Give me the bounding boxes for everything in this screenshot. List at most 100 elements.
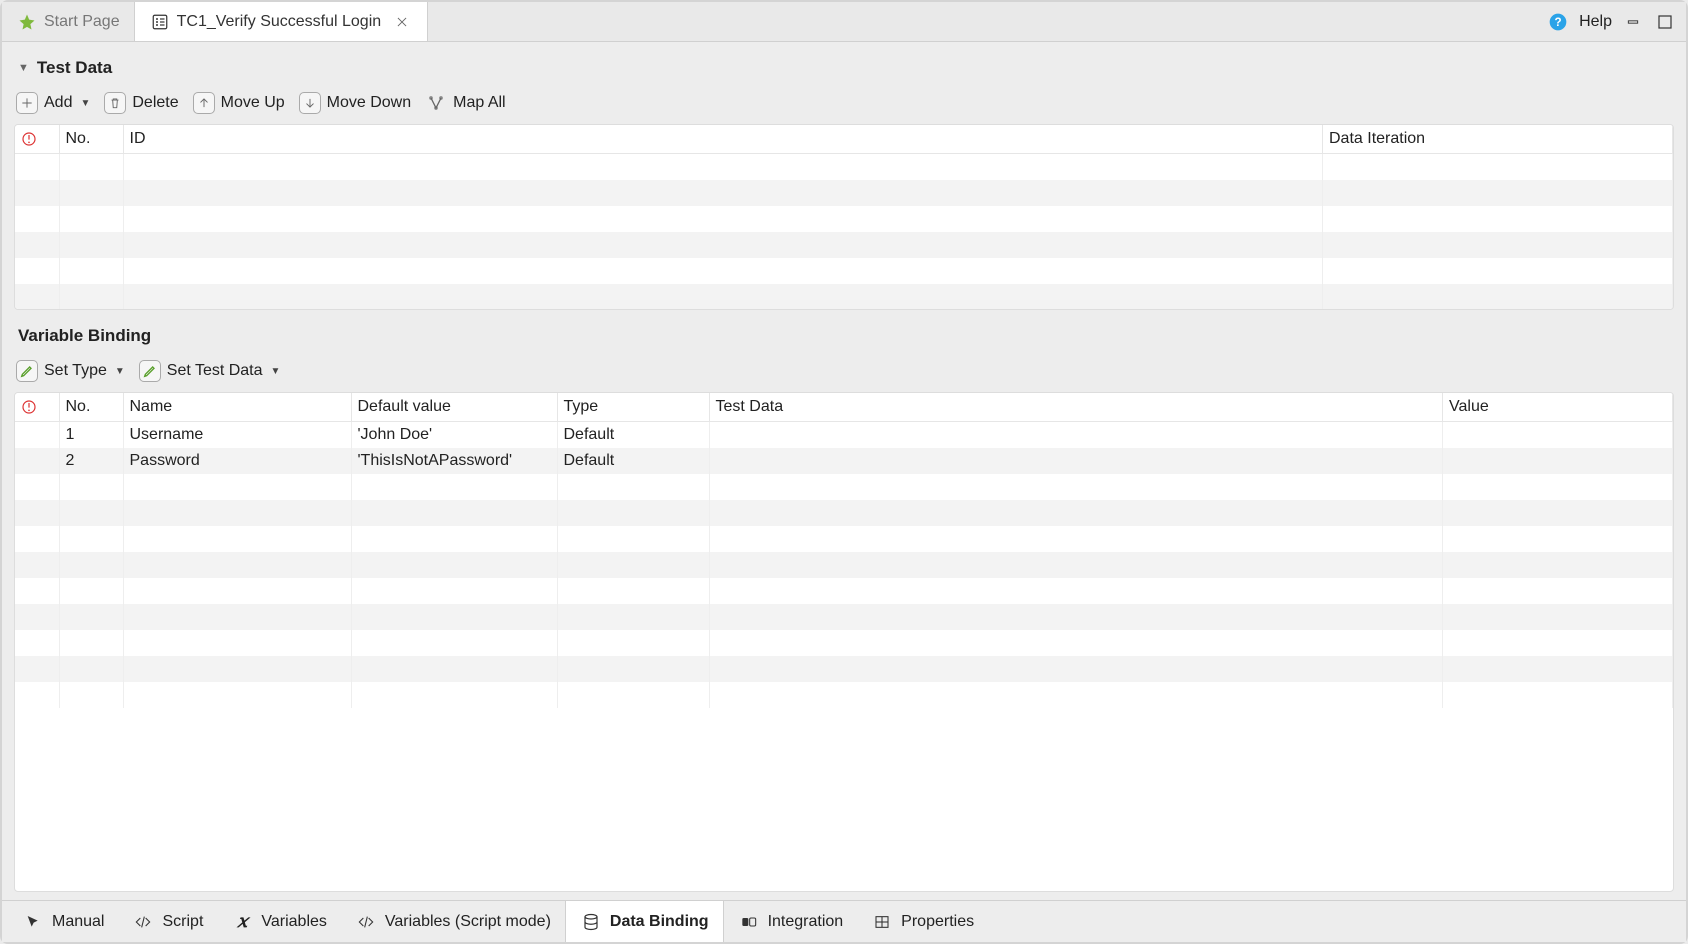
section-title: Test Data <box>37 58 112 78</box>
column-type[interactable]: Type <box>557 393 709 422</box>
column-default-value[interactable]: Default value <box>351 393 557 422</box>
table-row[interactable] <box>15 284 1673 310</box>
column-id[interactable]: ID <box>123 125 1323 154</box>
cell-test-data[interactable] <box>709 448 1443 474</box>
tab-variables[interactable]: 𝑥 Variables <box>217 901 341 942</box>
tab-variables-script[interactable]: Variables (Script mode) <box>341 901 565 942</box>
close-icon[interactable] <box>391 11 413 33</box>
chevron-down-icon: ▼ <box>271 366 281 377</box>
tab-label: Variables (Script mode) <box>385 913 551 931</box>
chevron-down-icon: ▼ <box>115 366 125 377</box>
table-header-row: No. ID Data Iteration <box>15 125 1673 154</box>
column-name[interactable]: Name <box>123 393 351 422</box>
tab-start-page[interactable]: Start Page <box>2 2 135 41</box>
table-row[interactable] <box>15 682 1673 708</box>
edit-icon <box>139 360 161 382</box>
code-icon <box>355 911 377 933</box>
table-header-row: No. Name Default value Type Test Data Va… <box>15 393 1673 422</box>
table-row[interactable] <box>15 630 1673 656</box>
tab-label: TC1_Verify Successful Login <box>177 13 382 31</box>
move-up-button[interactable]: Move Up <box>193 92 285 114</box>
table-row[interactable] <box>15 500 1673 526</box>
column-no[interactable]: No. <box>59 125 123 154</box>
variable-binding-table[interactable]: No. Name Default value Type Test Data Va… <box>14 392 1674 892</box>
table-row[interactable] <box>15 578 1673 604</box>
test-data-toolbar: Add ▼ Delete Move Up Move Down Map All <box>14 88 1674 124</box>
variable-icon: 𝑥 <box>231 911 253 933</box>
cell-default-value[interactable]: 'ThisIsNotAPassword' <box>351 448 557 474</box>
chevron-down-icon: ▼ <box>80 98 90 109</box>
cursor-icon <box>22 911 44 933</box>
cell-value[interactable] <box>1443 422 1673 449</box>
table-row[interactable] <box>15 656 1673 682</box>
code-icon <box>132 911 154 933</box>
column-alert[interactable] <box>15 393 59 422</box>
table-row[interactable] <box>15 526 1673 552</box>
table-row[interactable] <box>15 206 1673 232</box>
button-label: Add <box>44 94 72 112</box>
help-icon[interactable]: ? <box>1547 11 1569 33</box>
cell-name[interactable]: Password <box>123 448 351 474</box>
cell-type[interactable]: Default <box>557 448 709 474</box>
map-all-button[interactable]: Map All <box>425 92 505 114</box>
table-row[interactable] <box>15 474 1673 500</box>
cell-value[interactable] <box>1443 448 1673 474</box>
table-row[interactable] <box>15 232 1673 258</box>
button-label: Move Up <box>221 94 285 112</box>
section-test-data-header[interactable]: ▼ Test Data <box>14 48 1674 88</box>
cell-no[interactable]: 2 <box>59 448 123 474</box>
set-type-button[interactable]: Set Type ▼ <box>16 360 125 382</box>
move-down-button[interactable]: Move Down <box>299 92 411 114</box>
cell-default-value[interactable]: 'John Doe' <box>351 422 557 449</box>
cell-no[interactable]: 1 <box>59 422 123 449</box>
table-row[interactable] <box>15 180 1673 206</box>
editor-tab-bar: Start Page TC1_Verify Successful Login ?… <box>2 2 1686 42</box>
table-row[interactable]: 1 Username 'John Doe' Default <box>15 422 1673 449</box>
button-label: Set Test Data <box>167 362 263 380</box>
collapse-icon[interactable]: ▼ <box>18 62 29 74</box>
column-iteration[interactable]: Data Iteration <box>1323 125 1673 154</box>
arrow-down-icon <box>299 92 321 114</box>
add-button[interactable]: Add ▼ <box>16 92 90 114</box>
test-data-table[interactable]: No. ID Data Iteration <box>14 124 1674 310</box>
cell-test-data[interactable] <box>709 422 1443 449</box>
column-value[interactable]: Value <box>1443 393 1673 422</box>
tab-label: Manual <box>52 913 104 931</box>
cell-type[interactable]: Default <box>557 422 709 449</box>
tab-label: Variables <box>261 913 327 931</box>
test-case-icon <box>149 11 171 33</box>
arrow-up-icon <box>193 92 215 114</box>
button-label: Delete <box>132 94 178 112</box>
table-row[interactable]: 2 Password 'ThisIsNotAPassword' Default <box>15 448 1673 474</box>
column-alert[interactable] <box>15 125 59 154</box>
integration-icon <box>738 911 760 933</box>
tab-label: Start Page <box>44 13 120 31</box>
table-row[interactable] <box>15 604 1673 630</box>
set-test-data-button[interactable]: Set Test Data ▼ <box>139 360 281 382</box>
svg-text:?: ? <box>1555 16 1562 29</box>
tab-data-binding[interactable]: Data Binding <box>565 901 724 942</box>
column-no[interactable]: No. <box>59 393 123 422</box>
button-label: Map All <box>453 94 505 112</box>
edit-icon <box>16 360 38 382</box>
tab-label: Script <box>162 913 203 931</box>
minimize-icon[interactable] <box>1622 11 1644 33</box>
map-icon <box>425 92 447 114</box>
table-row[interactable] <box>15 154 1673 180</box>
help-label[interactable]: Help <box>1579 13 1612 31</box>
bottom-tab-bar: Manual Script 𝑥 Variables Variables (Scr… <box>2 900 1686 942</box>
table-row[interactable] <box>15 552 1673 578</box>
tab-label: Integration <box>768 913 844 931</box>
column-test-data[interactable]: Test Data <box>709 393 1443 422</box>
delete-button[interactable]: Delete <box>104 92 178 114</box>
section-title: Variable Binding <box>18 326 151 346</box>
tab-integration[interactable]: Integration <box>724 901 858 942</box>
tab-script[interactable]: Script <box>118 901 217 942</box>
tab-manual[interactable]: Manual <box>8 901 118 942</box>
maximize-icon[interactable] <box>1654 11 1676 33</box>
cell-name[interactable]: Username <box>123 422 351 449</box>
tab-tc1[interactable]: TC1_Verify Successful Login <box>135 2 429 41</box>
tab-properties[interactable]: Properties <box>857 901 988 942</box>
tab-label: Properties <box>901 913 974 931</box>
table-row[interactable] <box>15 258 1673 284</box>
